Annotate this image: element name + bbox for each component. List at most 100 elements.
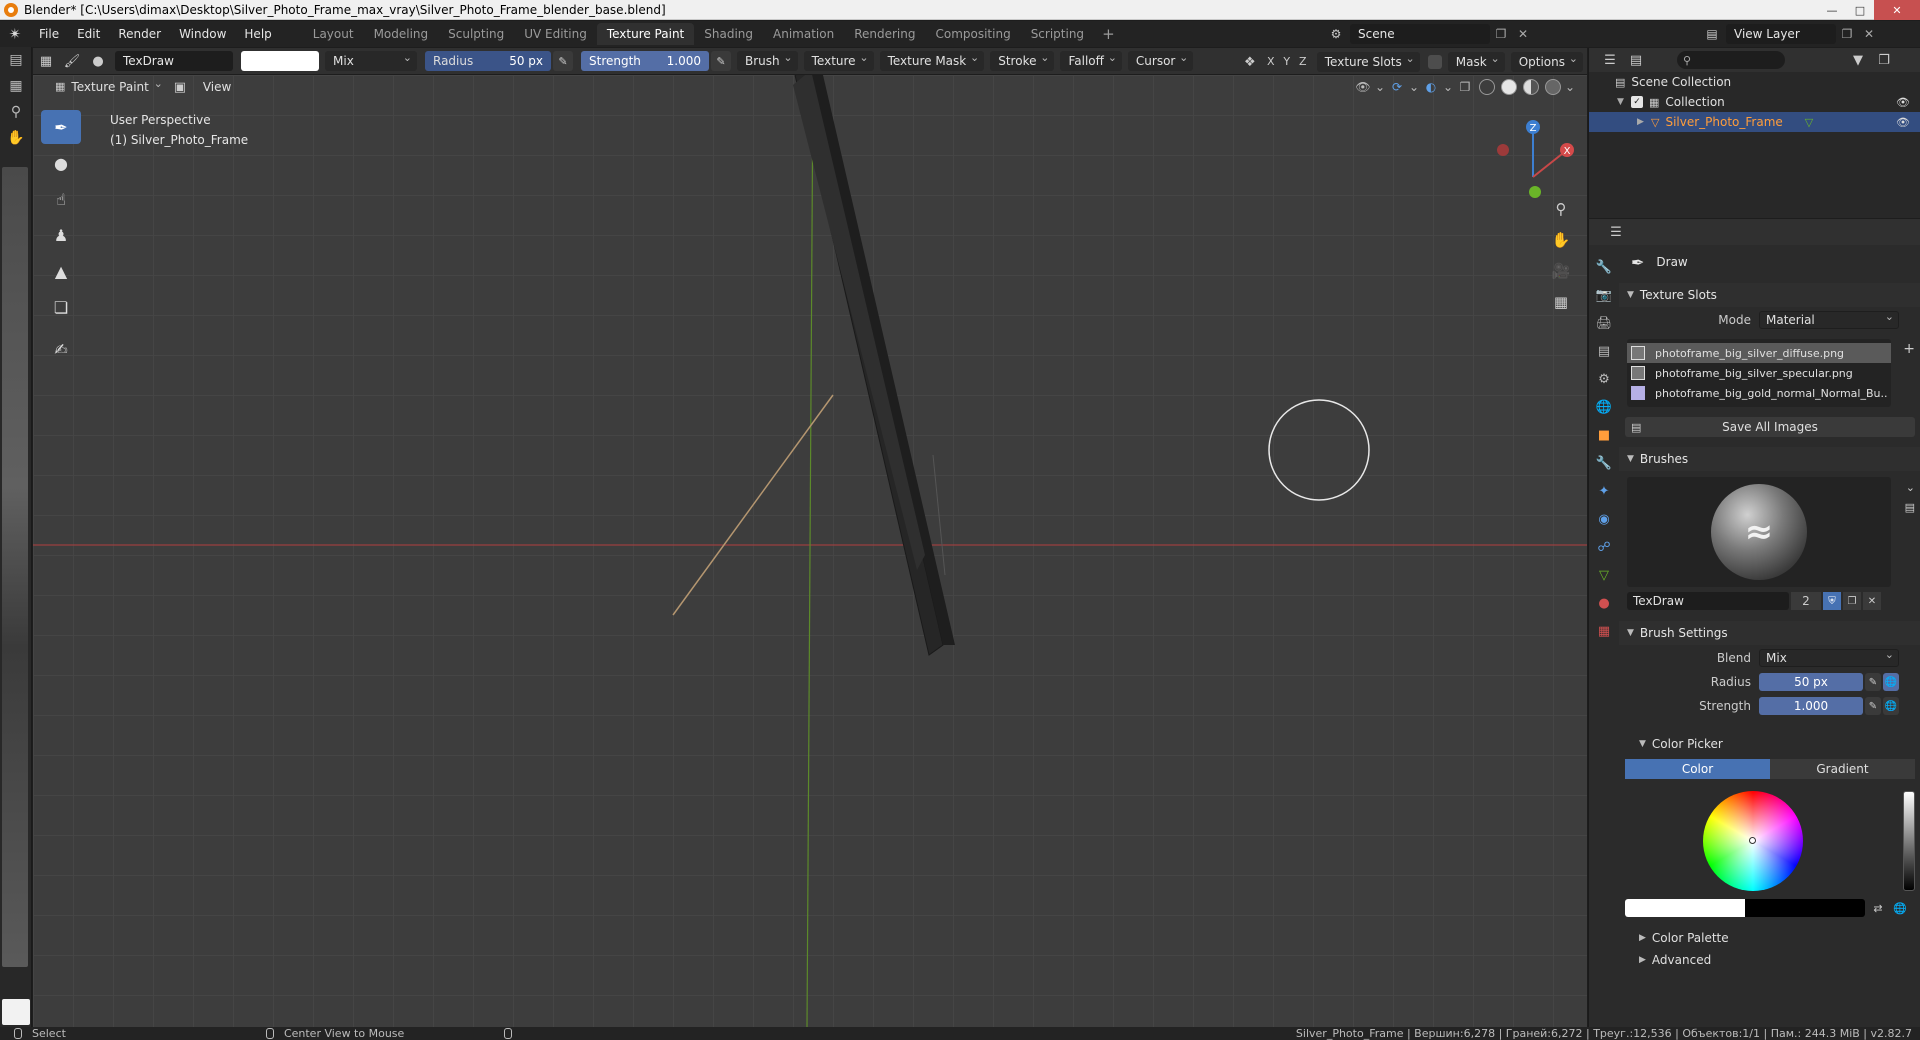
soften-tool-icon[interactable]: ● — [41, 146, 81, 180]
world-tab-icon[interactable]: 🌐 — [1589, 393, 1619, 421]
overlay-dropdown-icon[interactable]: ⌄ — [1443, 77, 1453, 97]
pan-hand-icon[interactable]: ✋ — [0, 125, 32, 151]
collapse-triangle-icon[interactable]: ▼ — [1617, 97, 1631, 107]
advanced-subpanel-header[interactable]: ▶ Advanced — [1619, 949, 1920, 971]
new-collection-icon[interactable]: ❐ — [1871, 49, 1897, 71]
blend-dropdown[interactable]: Mix — [1759, 647, 1899, 667]
constraints-tab-icon[interactable]: ☍ — [1589, 533, 1619, 561]
strength-pressure-icon[interactable]: ✎ — [711, 51, 731, 71]
visibility-dropdown-icon[interactable]: ⌄ — [1375, 77, 1385, 97]
menu-help[interactable]: Help — [235, 21, 280, 47]
duplicate-brush-icon[interactable]: ❐ — [1843, 592, 1861, 610]
swap-colors-icon[interactable]: ⇄ — [1869, 899, 1887, 917]
radius-slider[interactable]: 50 px — [1759, 673, 1863, 691]
add-texture-slot-icon[interactable]: + — [1903, 341, 1915, 357]
menu-edit[interactable]: Edit — [68, 21, 109, 47]
tab-modeling[interactable]: Modeling — [364, 23, 439, 45]
outliner-search-input[interactable]: ⚲ — [1677, 51, 1785, 69]
falloff-dropdown[interactable]: Falloff — [1060, 48, 1122, 71]
delete-view-layer-icon[interactable]: ✕ — [1858, 24, 1880, 44]
primary-color-swatch[interactable] — [1625, 899, 1745, 917]
clone-tool-icon[interactable]: ♟ — [41, 218, 81, 252]
physics-tab-icon[interactable]: ◉ — [1589, 505, 1619, 533]
display-mode-icon[interactable]: ▤ — [1623, 49, 1649, 71]
collection-eye-icon[interactable]: 👁 — [1896, 96, 1910, 109]
color-palette-subpanel-header[interactable]: ▶ Color Palette — [1619, 927, 1920, 949]
tab-scripting[interactable]: Scripting — [1021, 23, 1094, 45]
scene-name-field[interactable]: Scene — [1350, 24, 1490, 44]
editor-type-dropdown-icon[interactable]: ▦ — [33, 50, 59, 72]
unlink-brush-icon[interactable]: ✕ — [1863, 592, 1881, 610]
image-editor-icon[interactable]: ▦ — [0, 73, 32, 99]
outliner-editor-type-icon[interactable]: ☰ — [1597, 49, 1623, 71]
radius-pressure-icon[interactable]: ✎ — [553, 51, 573, 71]
mask-checkbox[interactable] — [1427, 55, 1442, 69]
xray-toggle-icon[interactable]: ❐ — [1455, 77, 1475, 97]
texture-mask-dropdown[interactable]: Texture Mask — [879, 48, 985, 71]
texture-dropdown[interactable]: Texture — [803, 48, 874, 71]
menu-window[interactable]: Window — [170, 21, 235, 47]
blender-logo-icon[interactable]: ✴ — [0, 21, 30, 47]
cursor-dropdown[interactable]: Cursor — [1127, 48, 1194, 71]
secondary-color-swatch[interactable] — [1745, 899, 1865, 917]
side-scroll-gauge[interactable] — [2, 167, 28, 967]
tab-animation[interactable]: Animation — [763, 23, 844, 45]
strength-unified-icon[interactable]: 🌐 — [1883, 697, 1899, 715]
modifier-tab-icon[interactable]: 🔧 — [1589, 449, 1619, 477]
brush-dropdown[interactable]: Brush — [737, 48, 798, 71]
brush-name-field[interactable]: TexDraw — [115, 51, 233, 71]
fake-user-shield-icon[interactable]: ⛨ — [1823, 592, 1841, 610]
perspective-toggle-icon[interactable]: ▦ — [1548, 288, 1574, 316]
tab-uv-editing[interactable]: UV Editing — [514, 23, 597, 45]
value-slider[interactable] — [1903, 791, 1915, 891]
photo-frame-object[interactable] — [793, 75, 955, 656]
brush-settings-panel-header[interactable]: ▼ Brush Settings — [1619, 621, 1920, 645]
view-layer-icon[interactable]: ▤ — [1698, 24, 1726, 44]
texture-slots-panel-header[interactable]: ▼ Texture Slots — [1619, 283, 1920, 307]
fill-tool-icon[interactable]: ▲ — [41, 254, 81, 288]
texture-tab-icon[interactable]: ▦ — [1589, 617, 1619, 645]
brush-preview[interactable]: ≈ ⌄ ▤ — [1627, 477, 1915, 587]
wireframe-shading-icon[interactable] — [1479, 79, 1495, 95]
brush-color-swatch[interactable] — [241, 51, 319, 71]
color-wheel-cursor[interactable] — [1749, 837, 1756, 844]
symmetry-icon[interactable]: ❖ — [1237, 51, 1263, 73]
maximize-button[interactable]: □ — [1846, 0, 1874, 20]
tab-color[interactable]: Color — [1625, 759, 1770, 779]
outliner-row-object[interactable]: ▶ ▽ Silver_Photo_Frame ▽ 👁 — [1589, 112, 1920, 132]
view-layer-tab-icon[interactable]: ▤ — [1589, 337, 1619, 365]
brushes-panel-header[interactable]: ▼ Brushes — [1619, 447, 1920, 471]
collection-checkbox[interactable]: ✓ — [1631, 96, 1643, 108]
paint-mask-icon[interactable]: ▣ — [167, 76, 193, 98]
expand-triangle-icon[interactable]: ▶ — [1637, 117, 1651, 127]
pan-view-icon[interactable]: ✋ — [1548, 226, 1574, 254]
camera-view-icon[interactable]: 🎥 — [1548, 257, 1574, 285]
solid-shading-icon[interactable] — [1501, 79, 1517, 95]
shading-dropdown-icon[interactable]: ⌄ — [1565, 77, 1575, 97]
brush-user-count[interactable]: 2 — [1791, 592, 1821, 610]
3d-viewport[interactable]: Z X — [33, 75, 1587, 1027]
editor-type-icon[interactable]: ▤ — [0, 47, 32, 73]
color-picker-subpanel-header[interactable]: ▼ Color Picker — [1619, 733, 1920, 755]
symmetry-y-button[interactable]: Y — [1279, 52, 1295, 72]
gizmo-dropdown-icon[interactable]: ⌄ — [1409, 77, 1419, 97]
zoom-view-icon[interactable]: ⚲ — [1548, 195, 1574, 223]
mode-dropdown[interactable]: ▦ Texture Paint — [51, 74, 167, 97]
material-tab-icon[interactable]: ● — [1589, 589, 1619, 617]
mask-dropdown[interactable]: Mask — [1447, 49, 1505, 72]
visibility-icon[interactable]: 👁 — [1353, 77, 1373, 97]
blend-mode-dropdown[interactable]: Mix — [325, 48, 417, 71]
unified-color-icon[interactable]: 🌐 — [1891, 899, 1909, 917]
list-item[interactable]: photoframe_big_silver_specular.png — [1627, 363, 1891, 383]
brush-browse-icon[interactable]: ▤ — [1905, 501, 1915, 514]
tab-sculpting[interactable]: Sculpting — [438, 23, 514, 45]
strength-slider[interactable]: 1.000 — [1759, 697, 1863, 715]
list-item[interactable]: photoframe_big_silver_diffuse.png — [1627, 343, 1891, 363]
outliner-row-scene-collection[interactable]: ▤ Scene Collection — [1589, 72, 1920, 92]
outliner-row-collection[interactable]: ▼ ✓ ▦ Collection 👁 — [1589, 92, 1920, 112]
strength-pressure-icon[interactable]: ✎ — [1865, 697, 1881, 715]
annotate-tool-icon[interactable]: ✍ — [41, 332, 81, 366]
gizmo-neg-x-handle[interactable] — [1497, 144, 1509, 156]
close-button[interactable]: ✕ — [1874, 0, 1920, 20]
view-menu[interactable]: View — [193, 80, 241, 94]
